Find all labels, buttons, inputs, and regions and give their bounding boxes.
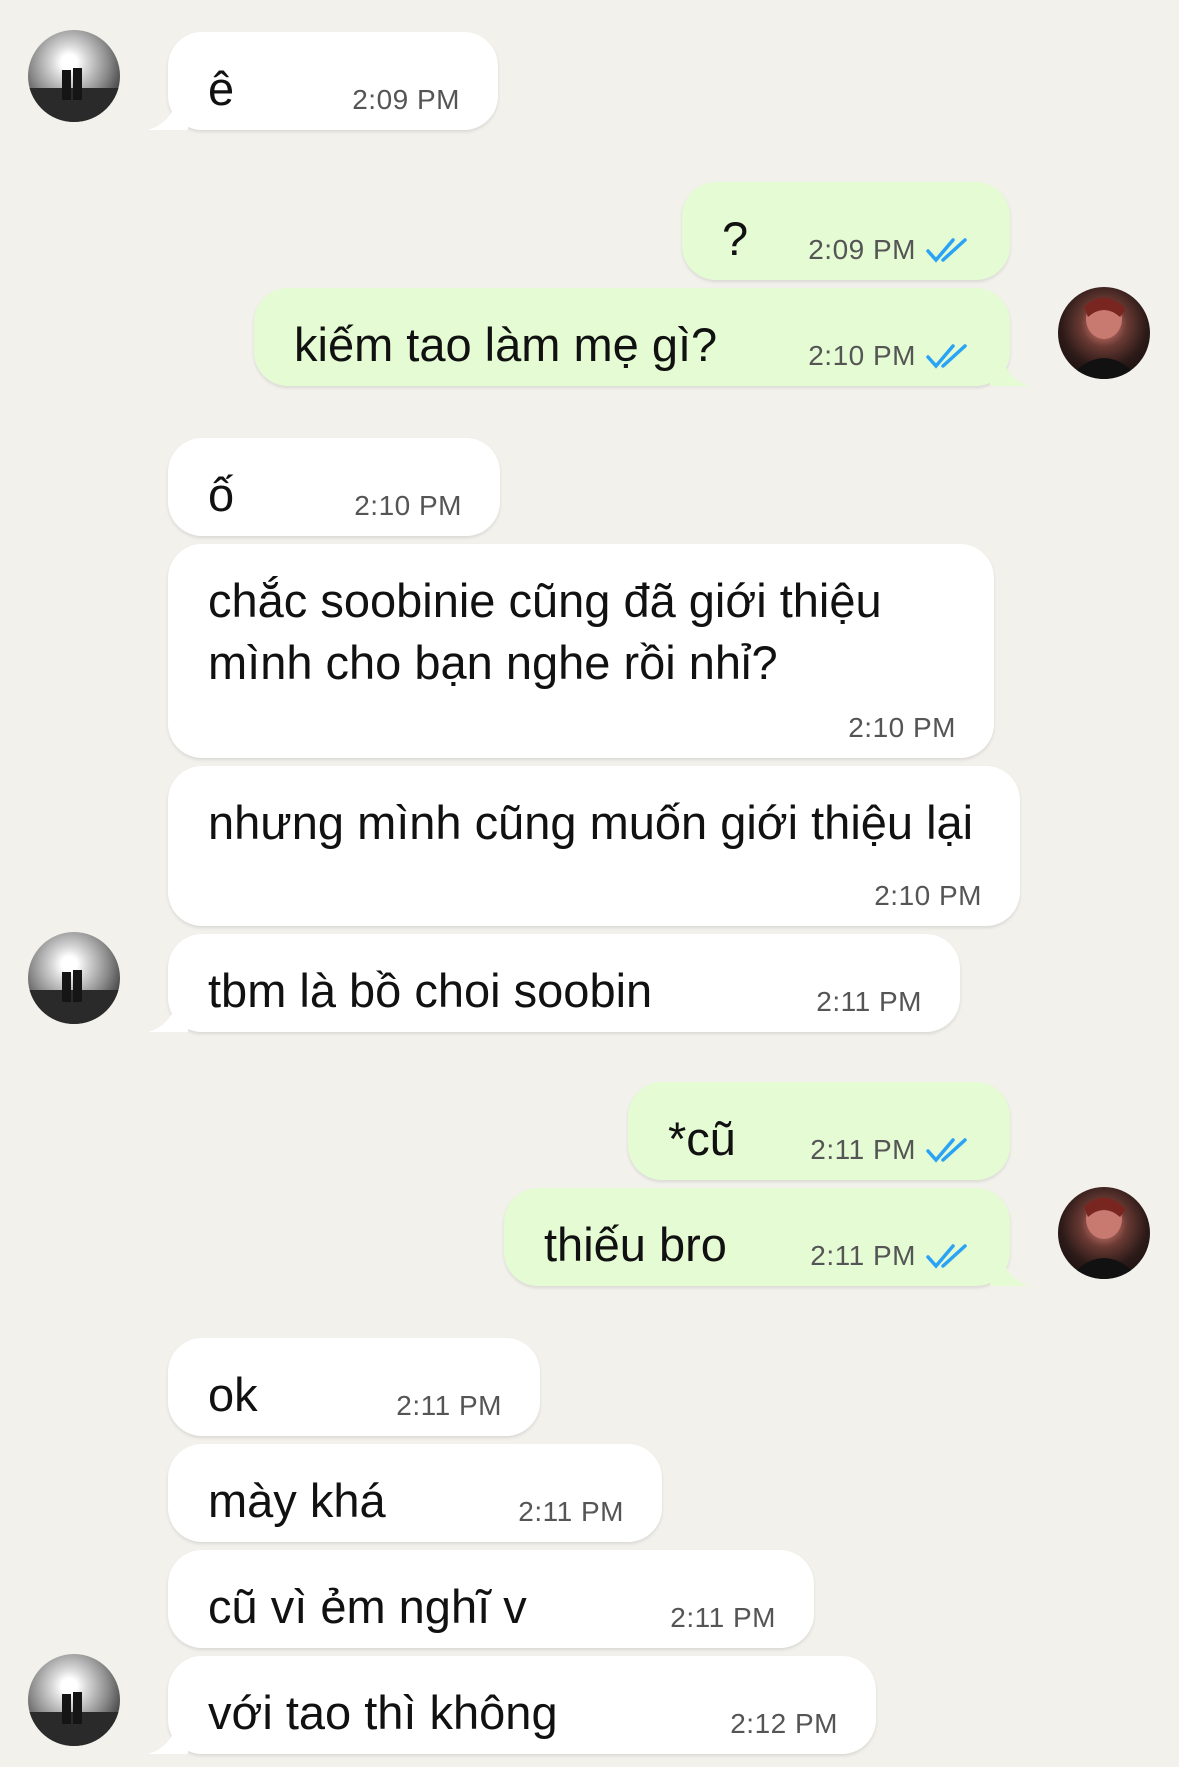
message-bubble-outgoing[interactable]: *cũ 2:11 PM: [628, 1082, 1010, 1180]
message-bubble-incoming[interactable]: ê 2:09 PM: [148, 32, 498, 130]
message-text: chắc soobinie cũng đã giới thiệu mình ch…: [208, 574, 882, 689]
contact-avatar[interactable]: [28, 932, 120, 1024]
bubble-tail: [148, 1714, 188, 1754]
message-time: 2:10 PM: [354, 490, 462, 521]
message-bubble-incoming[interactable]: mày khá 2:11 PM: [168, 1444, 662, 1542]
message-bubble-incoming[interactable]: ố 2:10 PM: [168, 438, 500, 536]
message-text: nhưng mình cũng muốn giới thiệu lại: [208, 796, 974, 849]
double-check-icon: [926, 1244, 967, 1269]
message-bubble-incoming[interactable]: ok 2:11 PM: [168, 1338, 540, 1436]
message-bubble-incoming[interactable]: nhưng mình cũng muốn giới thiệu lại 2:10…: [168, 766, 1020, 926]
contact-avatar[interactable]: [28, 30, 120, 122]
double-check-icon: [926, 238, 967, 263]
message-bubble-outgoing[interactable]: kiếm tao làm mẹ gì? 2:10 PM: [254, 288, 1030, 386]
message-time: 2:10 PM: [808, 340, 916, 371]
message-time: 2:11 PM: [810, 1134, 916, 1165]
message-meta: 2:11 PM: [810, 1240, 972, 1272]
own-avatar[interactable]: [1058, 287, 1150, 379]
message-bubble-outgoing[interactable]: thiếu bro 2:11 PM: [504, 1188, 1030, 1286]
message-bubble-outgoing[interactable]: ? 2:09 PM: [682, 182, 1010, 280]
message-time: 2:11 PM: [810, 1240, 916, 1271]
contact-avatar[interactable]: [28, 1654, 120, 1746]
double-check-icon: [926, 1138, 967, 1163]
message-time: 2:10 PM: [874, 880, 982, 911]
bubble-tail: [148, 992, 188, 1032]
message-time: 2:09 PM: [352, 84, 460, 115]
message-time: 2:11 PM: [518, 1496, 624, 1527]
message-bubble-incoming[interactable]: chắc soobinie cũng đã giới thiệu mình ch…: [168, 544, 994, 758]
bubble-tail: [990, 346, 1030, 386]
message-bubble-incoming[interactable]: với tao thì không 2:12 PM: [148, 1656, 876, 1754]
message-meta: 2:11 PM: [810, 1134, 972, 1166]
message-meta: 2:10 PM: [808, 340, 972, 372]
message-time: 2:11 PM: [670, 1602, 776, 1633]
message-time: 2:09 PM: [808, 234, 916, 265]
double-check-icon: [926, 344, 967, 369]
message-bubble-incoming[interactable]: cũ vì ẻm nghĩ v 2:11 PM: [168, 1550, 814, 1648]
bubble-tail: [148, 90, 188, 130]
message-time: 2:12 PM: [730, 1708, 838, 1739]
message-time: 2:11 PM: [396, 1390, 502, 1421]
own-avatar[interactable]: [1058, 1187, 1150, 1279]
message-text: tbm là bồ choi soobin: [208, 964, 653, 1017]
message-time: 2:11 PM: [816, 986, 922, 1017]
message-meta: 2:09 PM: [808, 234, 972, 266]
message-time: 2:10 PM: [848, 712, 956, 743]
message-bubble-incoming[interactable]: tbm là bồ choi soobin 2:11 PM: [148, 934, 960, 1032]
bubble-tail: [990, 1246, 1030, 1286]
